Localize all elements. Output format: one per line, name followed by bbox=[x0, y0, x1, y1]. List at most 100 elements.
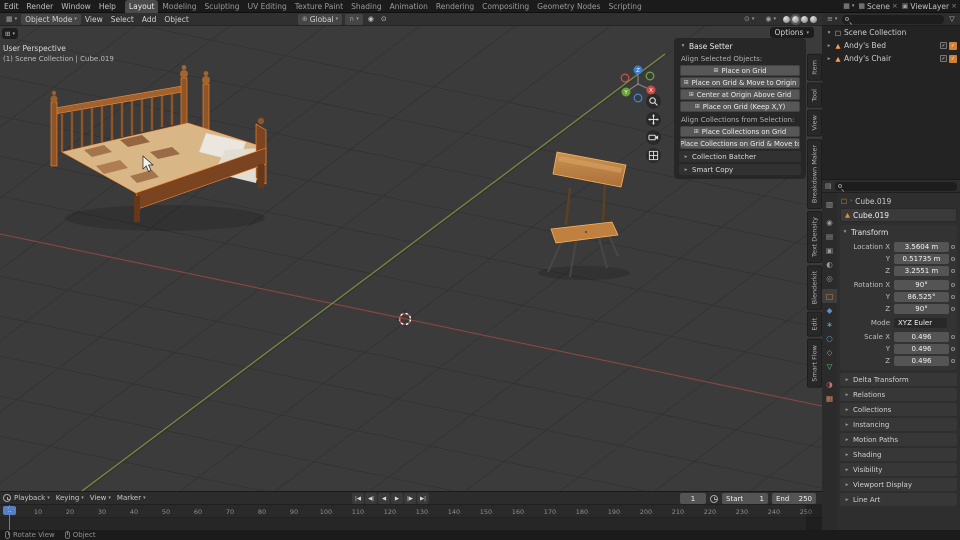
disclosure-icon[interactable]: ▸ bbox=[826, 43, 832, 49]
viewport-menu[interactable]: Add bbox=[138, 15, 161, 24]
editor-type-dropdown[interactable]: ▦ ▾ bbox=[2, 14, 21, 25]
animate-decorator[interactable] bbox=[951, 334, 955, 339]
outliner-row[interactable]: ▸ ▲ Andy's Bed ✓ ✓ bbox=[822, 39, 960, 52]
collapsed-panel-header[interactable]: ▸ Smart Copy bbox=[679, 164, 801, 175]
number-field[interactable]: 90° bbox=[894, 303, 949, 314]
align-collection-button[interactable]: ⊞ Place Collections on Grid bbox=[680, 126, 800, 137]
zoom-button[interactable] bbox=[646, 94, 661, 109]
sidebar-tab[interactable]: Breakdown Maker bbox=[807, 138, 822, 210]
filter-icon[interactable]: ▽ bbox=[947, 14, 957, 25]
sidebar-tab[interactable]: Edit bbox=[807, 312, 822, 337]
disclosure-icon[interactable]: ▸ bbox=[826, 56, 832, 62]
workspace-tab[interactable]: Geometry Nodes bbox=[533, 0, 604, 13]
number-field[interactable]: 0.496 bbox=[894, 355, 949, 366]
workspace-tab[interactable]: Rendering bbox=[432, 0, 478, 13]
collapsed-section-header[interactable]: ▸ Motion Paths bbox=[840, 433, 957, 446]
checkbox-icon[interactable]: ✓ bbox=[940, 55, 947, 62]
animate-decorator[interactable] bbox=[951, 306, 955, 311]
animate-decorator[interactable] bbox=[951, 268, 955, 273]
jump-to-start-button[interactable]: |◀ bbox=[352, 493, 364, 504]
number-field[interactable]: 3.5604 m bbox=[894, 241, 949, 252]
scene-stats-dropdown[interactable]: ▦ ▾ bbox=[843, 2, 854, 10]
sidebar-tab[interactable]: Smart Flow bbox=[807, 338, 822, 388]
tab-particles[interactable]: ∗ bbox=[822, 317, 837, 331]
collapsed-panel-header[interactable]: ▸ Collection Batcher bbox=[679, 151, 801, 162]
viewport-menu[interactable]: Select bbox=[107, 15, 138, 24]
tab-modifiers[interactable]: ◆ bbox=[822, 303, 837, 317]
current-frame-field[interactable]: 1 bbox=[680, 493, 706, 504]
animate-decorator[interactable] bbox=[951, 244, 955, 249]
viewport-menu[interactable]: Object bbox=[160, 15, 192, 24]
start-frame-field[interactable]: Start 1 bbox=[722, 493, 768, 504]
options-dropdown[interactable]: Options ▾ bbox=[769, 27, 814, 38]
overlays-dropdown[interactable]: ◉ ▾ bbox=[761, 14, 780, 25]
panel-header[interactable]: ▾ Base Setter bbox=[676, 40, 804, 52]
collapsed-section-header[interactable]: ▸ Relations bbox=[840, 388, 957, 401]
topbar-menu[interactable]: Edit bbox=[0, 2, 23, 11]
id-name-field[interactable]: ▲ Cube.019 bbox=[840, 208, 957, 222]
play-reverse-button[interactable]: ◀ bbox=[378, 493, 390, 504]
viewport-3d[interactable]: User Perspective (1) Scene Collection | … bbox=[0, 26, 822, 491]
visibility-badge-icon[interactable]: ✓ bbox=[949, 54, 957, 63]
properties-search-input[interactable] bbox=[834, 181, 957, 191]
tab-texture[interactable]: ▦ bbox=[822, 391, 837, 405]
number-field[interactable]: 90° bbox=[894, 279, 949, 290]
timeline-menu[interactable]: View ▾ bbox=[87, 494, 114, 502]
workspace-tab[interactable]: Animation bbox=[386, 0, 432, 13]
collapsed-section-header[interactable]: ▸ Shading bbox=[840, 448, 957, 461]
scene-unlink-icon[interactable]: × bbox=[892, 2, 898, 10]
prev-keyframe-button[interactable]: ◀| bbox=[365, 493, 377, 504]
number-field[interactable]: 0.51735 m bbox=[894, 253, 949, 264]
end-frame-field[interactable]: End 250 bbox=[772, 493, 816, 504]
checkbox-icon[interactable]: ✓ bbox=[940, 42, 947, 49]
bed-object[interactable] bbox=[50, 65, 267, 231]
proportional-editing-icon[interactable]: ◉ bbox=[366, 14, 376, 25]
sidebar-tab[interactable]: Text Density bbox=[807, 211, 822, 263]
animate-decorator[interactable] bbox=[951, 346, 955, 351]
number-field[interactable]: 3.2551 m bbox=[894, 265, 949, 276]
tab-object[interactable]: □ bbox=[822, 289, 837, 303]
align-object-button[interactable]: ⊞ Center at Origin Above Grid bbox=[680, 89, 800, 100]
sidebar-tab[interactable]: Item bbox=[807, 54, 822, 81]
timeline-editor-icon[interactable] bbox=[3, 494, 11, 502]
collapsed-section-header[interactable]: ▸ Collections bbox=[840, 403, 957, 416]
play-button[interactable]: ▶ bbox=[391, 493, 403, 504]
workspace-tab[interactable]: Shading bbox=[347, 0, 385, 13]
outliner-search-input[interactable] bbox=[842, 14, 944, 24]
collapsed-section-header[interactable]: ▸ Instancing bbox=[840, 418, 957, 431]
snap-dropdown[interactable]: ∩ ▾ bbox=[345, 13, 363, 25]
align-object-button[interactable]: ⊞ Place on Grid (Keep X,Y) bbox=[680, 101, 800, 112]
viewport-menu[interactable]: View bbox=[81, 15, 107, 24]
tab-output[interactable]: ▤ bbox=[822, 229, 837, 243]
tab-view-layer[interactable]: ▣ bbox=[822, 243, 837, 257]
timeline-ruler[interactable]: 10 20 30 40 50 60 70 80 90 100 110 120 130 140 150 160 1… bbox=[0, 505, 822, 518]
timeline-menu[interactable]: Keying ▾ bbox=[53, 494, 87, 502]
collapsed-section-header[interactable]: ▸ Viewport Display bbox=[840, 478, 957, 491]
timeline-menu[interactable]: Marker ▾ bbox=[114, 494, 149, 502]
rotation-mode-dropdown[interactable]: XYZ Euler bbox=[894, 317, 947, 328]
topbar-menu[interactable]: Render bbox=[23, 2, 58, 11]
align-object-button[interactable]: ⊞ Place on Grid bbox=[680, 65, 800, 76]
workspace-tab[interactable]: Modeling bbox=[158, 0, 200, 13]
tab-scene[interactable]: ◐ bbox=[822, 257, 837, 271]
transform-panel-header[interactable]: ▾ Transform bbox=[842, 226, 955, 238]
snap-target-icon[interactable]: ⊙ bbox=[379, 14, 389, 25]
align-object-button[interactable]: ⊞ Place on Grid & Move to Origin bbox=[680, 77, 800, 88]
align-collection-button[interactable]: ⊞ Place Collections on Grid & Move to… bbox=[680, 138, 800, 149]
number-field[interactable]: 0.496 bbox=[894, 343, 949, 354]
sidebar-tab[interactable]: Tool bbox=[807, 82, 822, 108]
number-field[interactable]: 0.496 bbox=[894, 331, 949, 342]
chair-object[interactable] bbox=[538, 151, 630, 280]
tab-physics[interactable]: ○ bbox=[822, 331, 837, 345]
workspace-tab[interactable]: Compositing bbox=[478, 0, 533, 13]
orientation-dropdown[interactable]: ⊕ Global ▾ bbox=[297, 13, 343, 25]
animate-decorator[interactable] bbox=[951, 358, 955, 363]
gizmos-dropdown[interactable]: ⊙ ▾ bbox=[740, 14, 758, 25]
move-view-button[interactable] bbox=[646, 112, 661, 127]
outliner-editor-dropdown[interactable]: ≡ ▾ bbox=[825, 14, 839, 25]
material-preview-icon[interactable] bbox=[801, 15, 808, 23]
properties-editor-icon[interactable]: ▤ bbox=[825, 182, 832, 190]
workspace-tab[interactable]: UV Editing bbox=[244, 0, 291, 13]
animate-decorator[interactable] bbox=[951, 282, 955, 287]
workspace-tab[interactable]: Texture Paint bbox=[291, 0, 347, 13]
